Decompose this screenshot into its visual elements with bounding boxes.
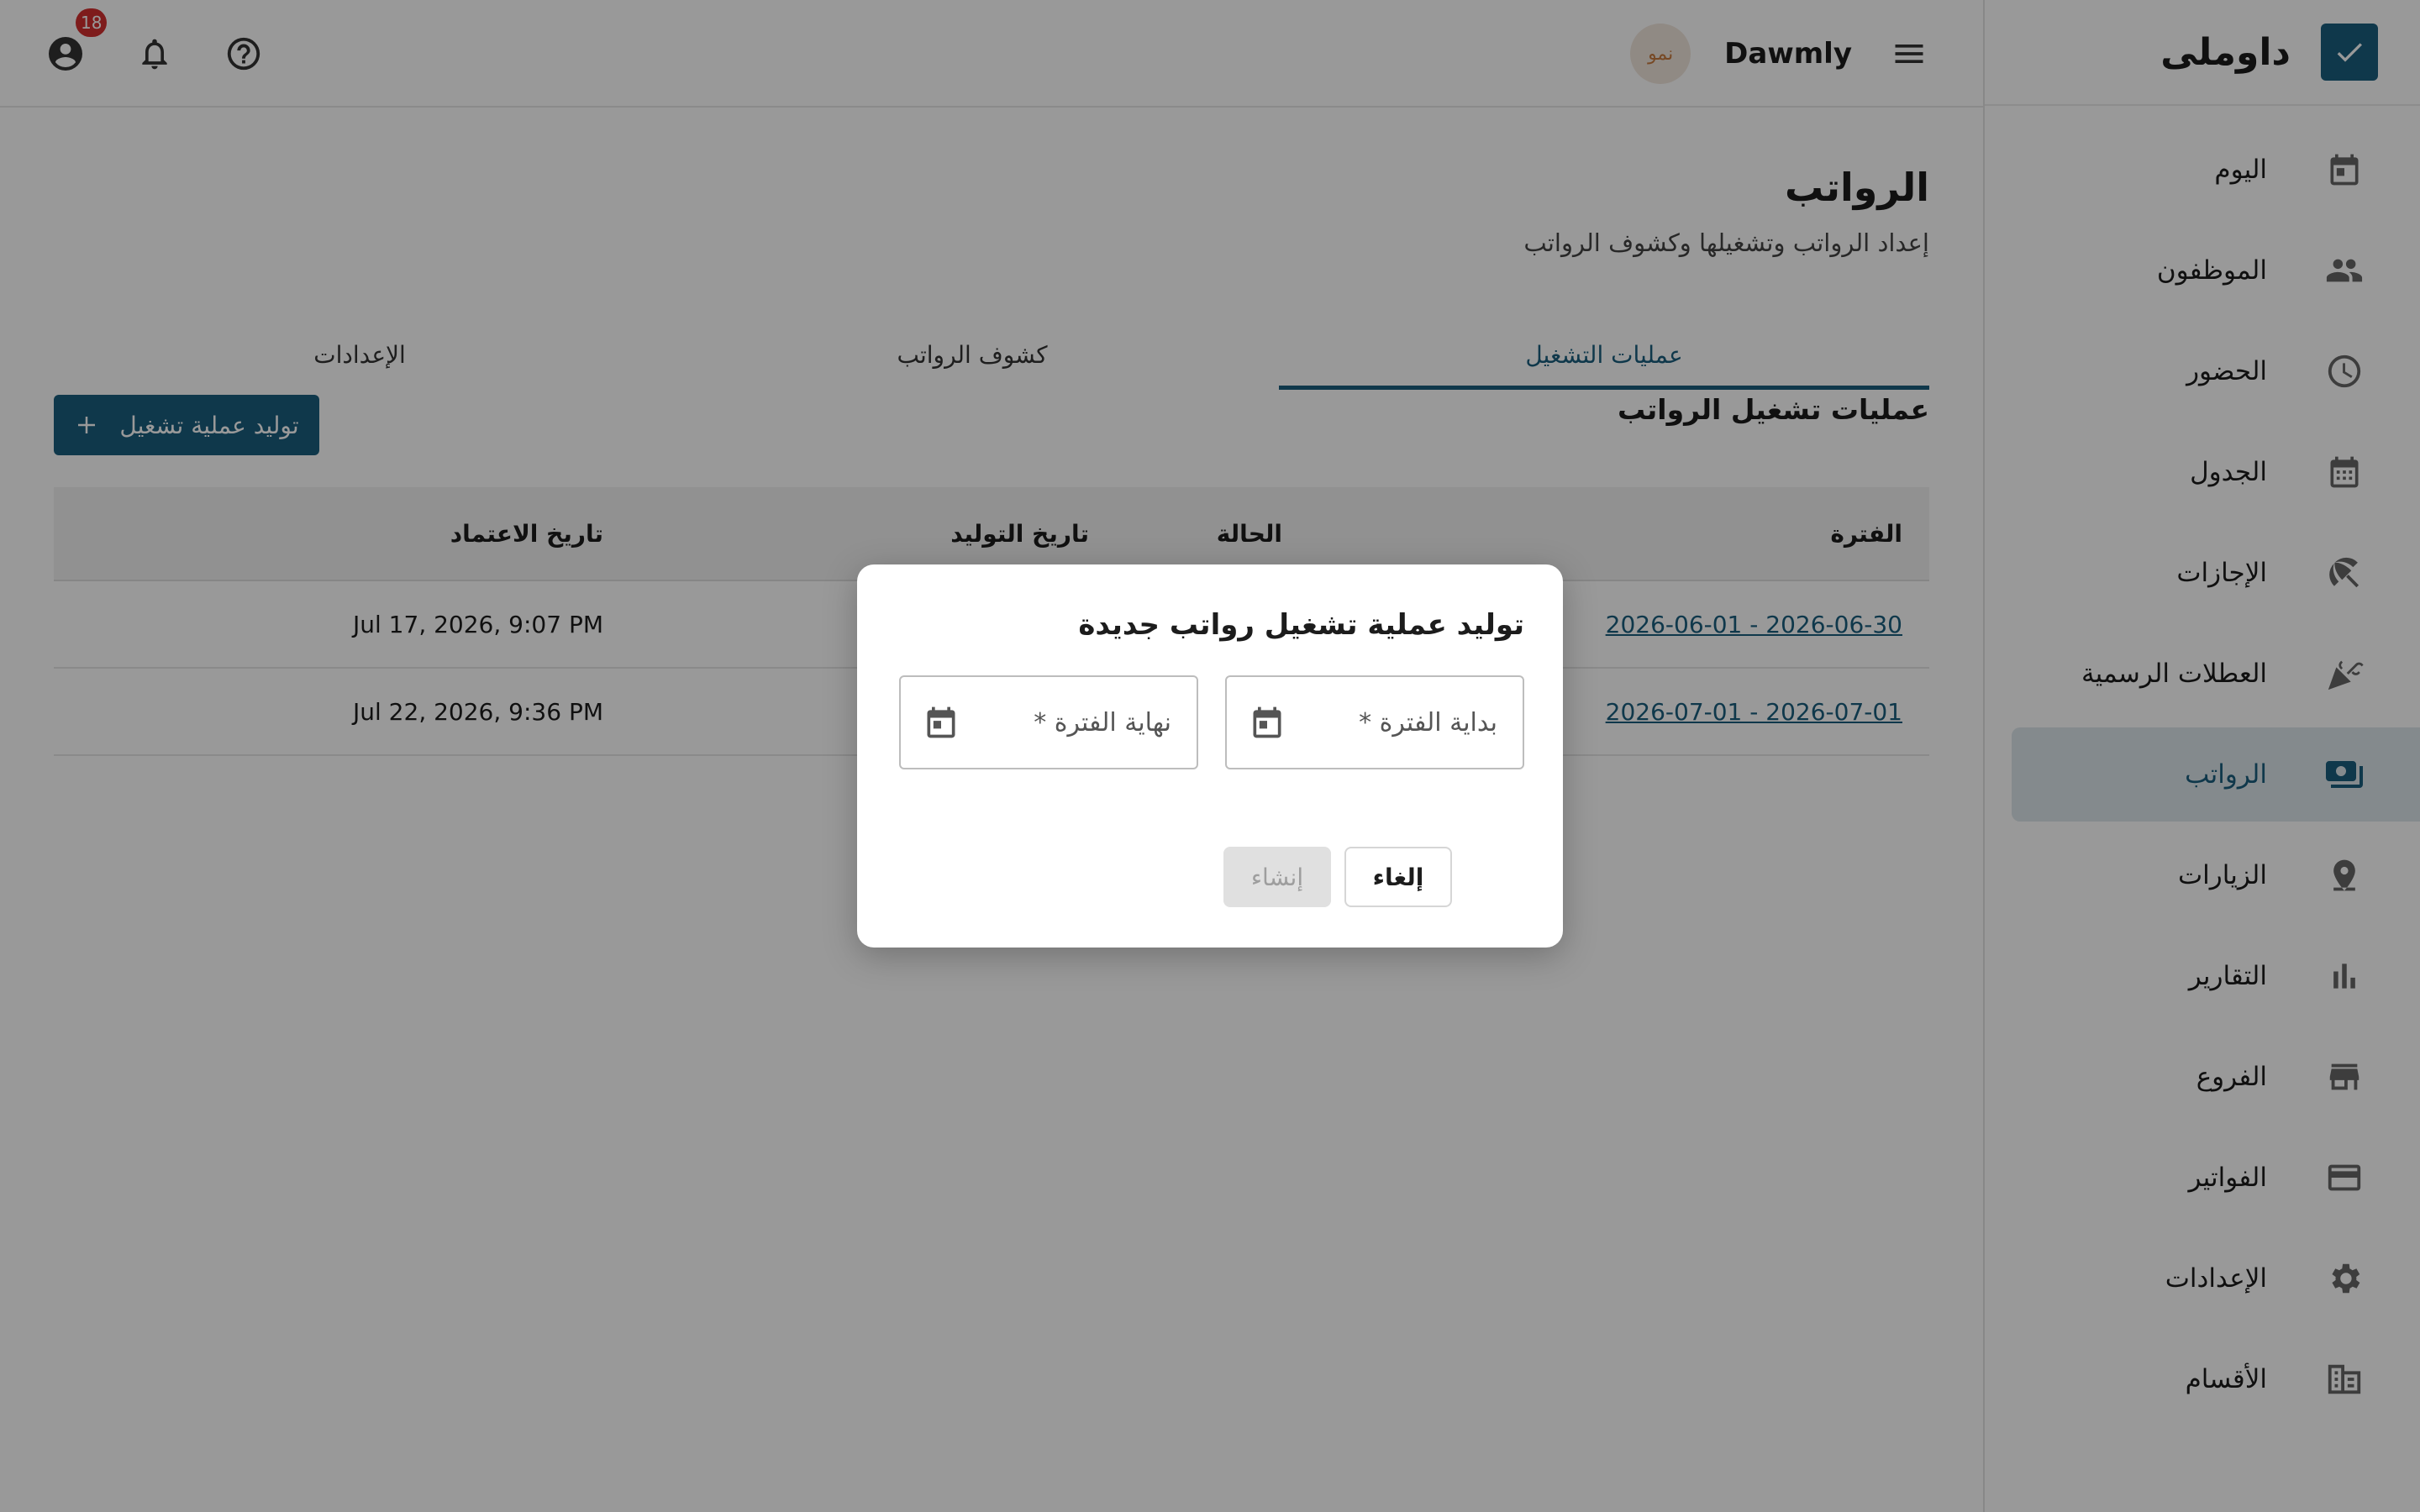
- calendar-icon[interactable]: [923, 704, 960, 741]
- generate-run-dialog: توليد عملية تشغيل رواتب جديدة بداية الفت…: [857, 564, 1563, 948]
- create-button: إنشاء: [1223, 847, 1331, 907]
- period-end-label: نهاية الفترة *: [1034, 707, 1171, 738]
- calendar-icon[interactable]: [1249, 704, 1286, 741]
- period-end-field[interactable]: نهاية الفترة *: [899, 675, 1198, 769]
- dialog-title: توليد عملية تشغيل رواتب جديدة: [1078, 608, 1524, 642]
- app-root: Dawmly نمو 18 الرواتب إعداد الرواتب وتشغ…: [0, 0, 2420, 1512]
- period-start-label: بداية الفترة *: [1359, 707, 1497, 738]
- cancel-button[interactable]: إلغاء: [1344, 847, 1452, 907]
- period-start-field[interactable]: بداية الفترة *: [1225, 675, 1524, 769]
